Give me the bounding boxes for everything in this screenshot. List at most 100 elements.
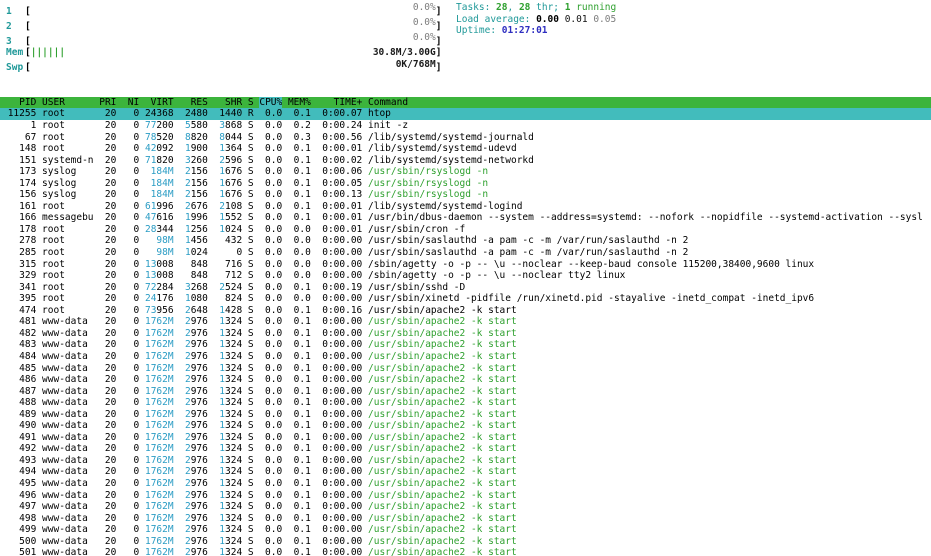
process-row[interactable]: 487www-data2001762M29761324S0.00.10:00.0… bbox=[0, 386, 931, 398]
process-row[interactable]: 278root20098M1456432S0.00.00:00.00/usr/s… bbox=[0, 235, 931, 247]
column-header-pid[interactable]: PID bbox=[2, 97, 36, 109]
column-header-cpu[interactable]: CPU% bbox=[259, 97, 282, 109]
cell-pid: 174 bbox=[2, 178, 36, 190]
process-row[interactable]: 496www-data2001762M29761324S0.00.10:00.0… bbox=[0, 490, 931, 502]
process-row[interactable]: 499www-data2001762M29761324S0.00.10:00.0… bbox=[0, 524, 931, 536]
process-row[interactable]: 156syslog200184M21561676S0.00.10:00.13/u… bbox=[0, 189, 931, 201]
process-row[interactable]: 161root2006199626762108S0.00.10:00.01/li… bbox=[0, 201, 931, 213]
process-row[interactable]: 489www-data2001762M29761324S0.00.10:00.0… bbox=[0, 409, 931, 421]
process-row[interactable]: 492www-data2001762M29761324S0.00.10:00.0… bbox=[0, 443, 931, 455]
process-row[interactable]: 495www-data2001762M29761324S0.00.10:00.0… bbox=[0, 478, 931, 490]
column-header-shr[interactable]: SHR bbox=[214, 97, 243, 109]
process-row[interactable]: 498www-data2001762M29761324S0.00.10:00.0… bbox=[0, 513, 931, 525]
cell-pid: 285 bbox=[2, 247, 36, 259]
cell-shr: 1428 bbox=[214, 305, 243, 317]
process-row[interactable]: 11255root2002436824801440R0.00.10:00.07h… bbox=[0, 108, 931, 120]
cell-pid: 161 bbox=[2, 201, 36, 213]
process-row[interactable]: 486www-data2001762M29761324S0.00.10:00.0… bbox=[0, 374, 931, 386]
process-row[interactable]: 166messagebu2004761619961552S0.00.10:00.… bbox=[0, 212, 931, 224]
process-row[interactable]: 67root2007852088208044S0.00.30:00.56/lib… bbox=[0, 132, 931, 144]
process-row[interactable]: 481www-data2001762M29761324S0.00.10:00.0… bbox=[0, 316, 931, 328]
process-row[interactable]: 285root20098M10240S0.00.00:00.00/usr/sbi… bbox=[0, 247, 931, 259]
cell-command: /usr/sbin/apache2 -k start bbox=[368, 455, 931, 467]
cell-virt: 1762M bbox=[145, 490, 174, 502]
cell-pri: 20 bbox=[99, 524, 116, 536]
info-segment: 28 bbox=[496, 2, 507, 13]
column-header-time[interactable]: TIME+ bbox=[317, 97, 363, 109]
cell-user: www-data bbox=[42, 432, 93, 444]
cell-ni: 0 bbox=[122, 316, 139, 328]
process-row[interactable]: 493www-data2001762M29761324S0.00.10:00.0… bbox=[0, 455, 931, 467]
cell-shr: 1324 bbox=[214, 501, 243, 513]
cell-time: 0:00.00 bbox=[317, 466, 363, 478]
cell-cpu-percent: 0.0 bbox=[259, 501, 282, 513]
process-row[interactable]: 488www-data2001762M29761324S0.00.10:00.0… bbox=[0, 397, 931, 409]
cell-ni: 0 bbox=[122, 143, 139, 155]
process-row[interactable]: 395root200241761080824S0.00.00:00.00/usr… bbox=[0, 293, 931, 305]
process-row[interactable]: 148root2004209219001364S0.00.10:00.01/li… bbox=[0, 143, 931, 155]
meter-close-bracket: ] bbox=[436, 62, 442, 74]
column-header-res[interactable]: RES bbox=[179, 97, 208, 109]
column-header-command[interactable]: Command bbox=[368, 97, 931, 109]
process-row[interactable]: 151systemd-n2007182032602596S0.00.10:00.… bbox=[0, 155, 931, 167]
column-header-user[interactable]: USER bbox=[42, 97, 93, 109]
cell-state: S bbox=[248, 536, 254, 548]
column-header-pri[interactable]: PRI bbox=[99, 97, 116, 109]
cell-virt: 1762M bbox=[145, 351, 174, 363]
cell-ni: 0 bbox=[122, 501, 139, 513]
process-row[interactable]: 500www-data2001762M29761324S0.00.10:00.0… bbox=[0, 536, 931, 548]
cell-command: /usr/sbin/rsyslogd -n bbox=[368, 189, 931, 201]
cell-shr: 1324 bbox=[214, 513, 243, 525]
process-row[interactable]: 341root2007228432682524S0.00.10:00.19/us… bbox=[0, 282, 931, 294]
process-row[interactable]: 482www-data2001762M29761324S0.00.10:00.0… bbox=[0, 328, 931, 340]
cell-command: /usr/sbin/saslauthd -a pam -c -m /var/ru… bbox=[368, 247, 931, 259]
cell-res: 2648 bbox=[179, 305, 208, 317]
process-row[interactable]: 494www-data2001762M29761324S0.00.10:00.0… bbox=[0, 466, 931, 478]
process-row[interactable]: 483www-data2001762M29761324S0.00.10:00.0… bbox=[0, 339, 931, 351]
process-row[interactable]: 501www-data2001762M29761324S0.00.10:00.0… bbox=[0, 547, 931, 556]
process-row[interactable]: 173syslog200184M21561676S0.00.10:00.06/u… bbox=[0, 166, 931, 178]
cell-state: S bbox=[248, 351, 254, 363]
process-row[interactable]: 497www-data2001762M29761324S0.00.10:00.0… bbox=[0, 501, 931, 513]
cell-state: S bbox=[248, 466, 254, 478]
process-row[interactable]: 174syslog200184M21561676S0.00.10:00.05/u… bbox=[0, 178, 931, 190]
cell-cpu-percent: 0.0 bbox=[259, 455, 282, 467]
cell-pid: 492 bbox=[2, 443, 36, 455]
column-header-mem[interactable]: MEM% bbox=[288, 97, 311, 109]
cell-virt: 98M bbox=[145, 247, 174, 259]
cell-shr: 1324 bbox=[214, 409, 243, 421]
cell-state: S bbox=[248, 524, 254, 536]
cell-command: /usr/sbin/apache2 -k start bbox=[368, 466, 931, 478]
process-row[interactable]: 474root2007395626481428S0.00.10:00.16/us… bbox=[0, 305, 931, 317]
cell-shr: 1324 bbox=[214, 339, 243, 351]
process-row[interactable]: 315root20013008848716S0.00.00:00.00/sbin… bbox=[0, 259, 931, 271]
cell-ni: 0 bbox=[122, 270, 139, 282]
cell-user: www-data bbox=[42, 328, 93, 340]
cell-user: www-data bbox=[42, 501, 93, 513]
column-header-virt[interactable]: VIRT bbox=[145, 97, 174, 109]
cell-time: 0:00.00 bbox=[317, 420, 363, 432]
process-row[interactable]: 484www-data2001762M29761324S0.00.10:00.0… bbox=[0, 351, 931, 363]
cell-pri: 20 bbox=[99, 305, 116, 317]
column-header-ni[interactable]: NI bbox=[122, 97, 139, 109]
process-row[interactable]: 490www-data2001762M29761324S0.00.10:00.0… bbox=[0, 420, 931, 432]
cell-res: 1900 bbox=[179, 143, 208, 155]
cell-pri: 20 bbox=[99, 132, 116, 144]
cell-command: /lib/systemd/systemd-logind bbox=[368, 201, 931, 213]
cell-cpu-percent: 0.0 bbox=[259, 108, 282, 120]
cell-user: root bbox=[42, 259, 93, 271]
cell-cpu-percent: 0.0 bbox=[259, 120, 282, 132]
cell-user: www-data bbox=[42, 339, 93, 351]
cell-user: www-data bbox=[42, 420, 93, 432]
info-segment: , bbox=[508, 2, 519, 13]
process-row[interactable]: 485www-data2001762M29761324S0.00.10:00.0… bbox=[0, 363, 931, 375]
column-header-state[interactable]: S bbox=[248, 97, 254, 109]
process-row[interactable]: 329root20013008848712S0.00.00:00.00/sbin… bbox=[0, 270, 931, 282]
info-segment: 0.05 bbox=[593, 14, 616, 25]
process-row[interactable]: 491www-data2001762M29761324S0.00.10:00.0… bbox=[0, 432, 931, 444]
cell-ni: 0 bbox=[122, 397, 139, 409]
process-row[interactable]: 178root2002834412561024S0.00.00:00.01/us… bbox=[0, 224, 931, 236]
cell-pri: 20 bbox=[99, 108, 116, 120]
cell-ni: 0 bbox=[122, 120, 139, 132]
process-row[interactable]: 1root2007720055803868S0.00.20:00.24init … bbox=[0, 120, 931, 132]
